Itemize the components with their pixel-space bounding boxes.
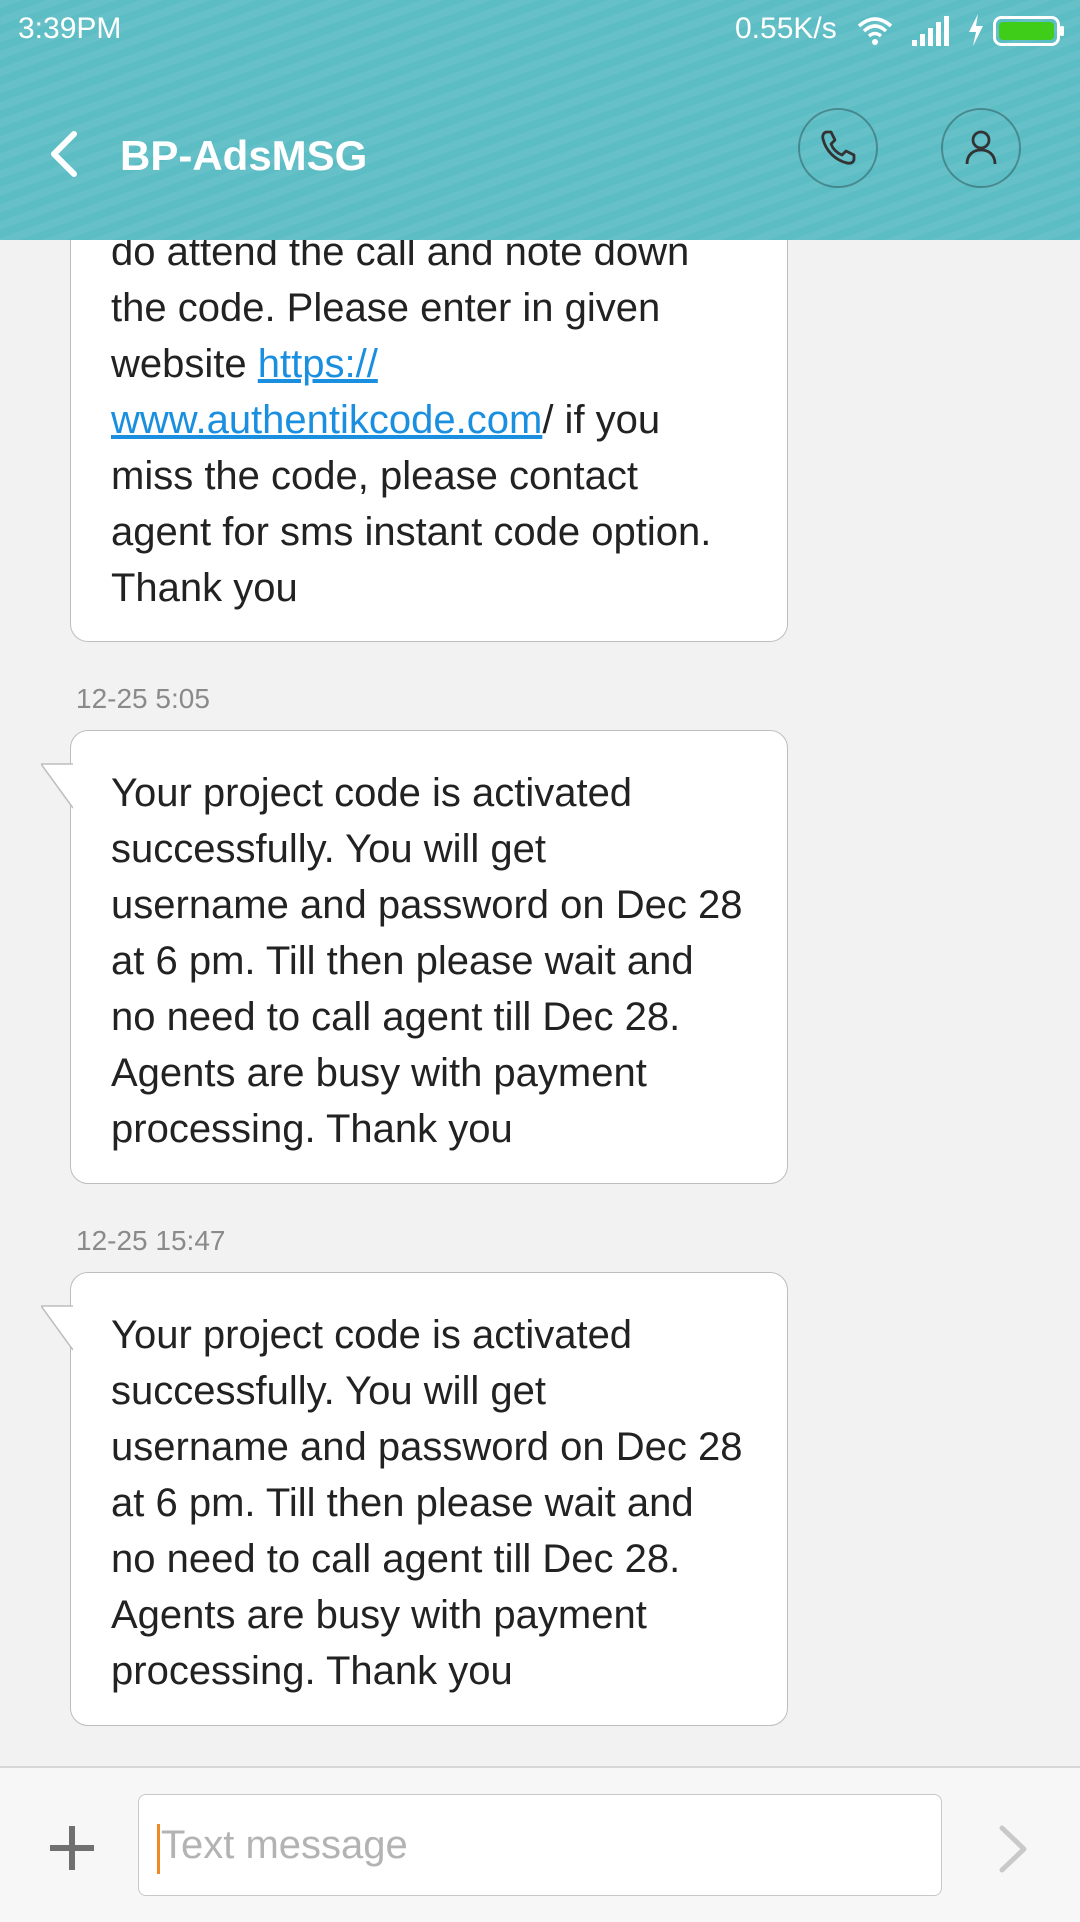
- send-button[interactable]: [992, 1824, 1032, 1874]
- message-line: at 6 pm. Till then please wait and: [111, 939, 694, 983]
- charging-icon: [969, 14, 983, 46]
- message-line: at 6 pm. Till then please wait and: [111, 1481, 694, 1525]
- message-line: processing. Thank you: [111, 1649, 513, 1693]
- message-line: miss the code, please contact: [111, 454, 638, 498]
- send-icon: [999, 1825, 1027, 1873]
- message-line: www.authentikcode.com/ if you: [111, 392, 747, 448]
- message-text: website: [111, 342, 258, 386]
- message-line: Agents are busy with payment: [111, 1051, 647, 1095]
- message-line: the code. Please enter in given: [111, 286, 661, 330]
- contact-icon: [965, 130, 997, 165]
- message-line: successfully. You will get: [111, 1369, 547, 1413]
- signal-icon: [912, 16, 949, 46]
- message-line: username and password on Dec 28: [111, 883, 743, 927]
- status-time: 3:39PM: [18, 12, 122, 45]
- message-timestamp: 12-25 5:05: [76, 683, 210, 714]
- battery-icon: [993, 16, 1064, 46]
- attach-button[interactable]: [48, 1824, 96, 1872]
- status-bar: 3:39PM 0.55K/s: [0, 0, 1080, 62]
- app-header: 3:39PM 0.55K/s BP-AdsMSG: [0, 0, 1080, 240]
- message-line: no need to call agent till Dec 28.: [111, 1537, 681, 1581]
- message-list[interactable]: do attend the call and note down the cod…: [0, 0, 1080, 1766]
- text-cursor: [157, 1824, 160, 1874]
- message-line: website https://: [111, 336, 747, 392]
- phone-icon: [821, 130, 856, 165]
- message-line: Thank you: [111, 566, 298, 610]
- message-bubble[interactable]: Your project code is activated successfu…: [70, 730, 788, 1184]
- message-timestamp: 12-25 15:47: [76, 1225, 226, 1256]
- message-input[interactable]: [138, 1794, 942, 1896]
- message-text: / if you: [542, 398, 661, 442]
- network-speed: 0.55K/s: [735, 12, 837, 45]
- message-line: username and password on Dec 28: [111, 1425, 743, 1469]
- status-icons: [855, 14, 1067, 48]
- message-bubble[interactable]: do attend the call and note down the cod…: [70, 200, 788, 642]
- back-arrow-icon: [51, 131, 77, 177]
- bubble-tail: [41, 1305, 73, 1351]
- plus-icon: [50, 1826, 94, 1870]
- bubble-tail: [41, 763, 73, 809]
- contact-button[interactable]: [941, 108, 1021, 188]
- wifi-icon: [857, 17, 893, 45]
- message-line: Your project code is activated: [111, 771, 633, 815]
- call-button[interactable]: [798, 108, 878, 188]
- message-bubble[interactable]: Your project code is activated successfu…: [70, 1272, 788, 1726]
- message-composer: [0, 1766, 1080, 1922]
- title-row: BP-AdsMSG: [0, 100, 1080, 210]
- message-line: Your project code is activated: [111, 1313, 633, 1357]
- message-line: no need to call agent till Dec 28.: [111, 995, 681, 1039]
- message-link[interactable]: www.authentikcode.com: [111, 398, 542, 442]
- conversation-title: BP-AdsMSG: [120, 132, 368, 179]
- message-link[interactable]: https://: [258, 342, 378, 386]
- message-line: Agents are busy with payment: [111, 1593, 647, 1637]
- message-line: successfully. You will get: [111, 827, 547, 871]
- message-line: agent for sms instant code option.: [111, 510, 712, 554]
- message-line: processing. Thank you: [111, 1107, 513, 1151]
- back-button[interactable]: [40, 126, 90, 182]
